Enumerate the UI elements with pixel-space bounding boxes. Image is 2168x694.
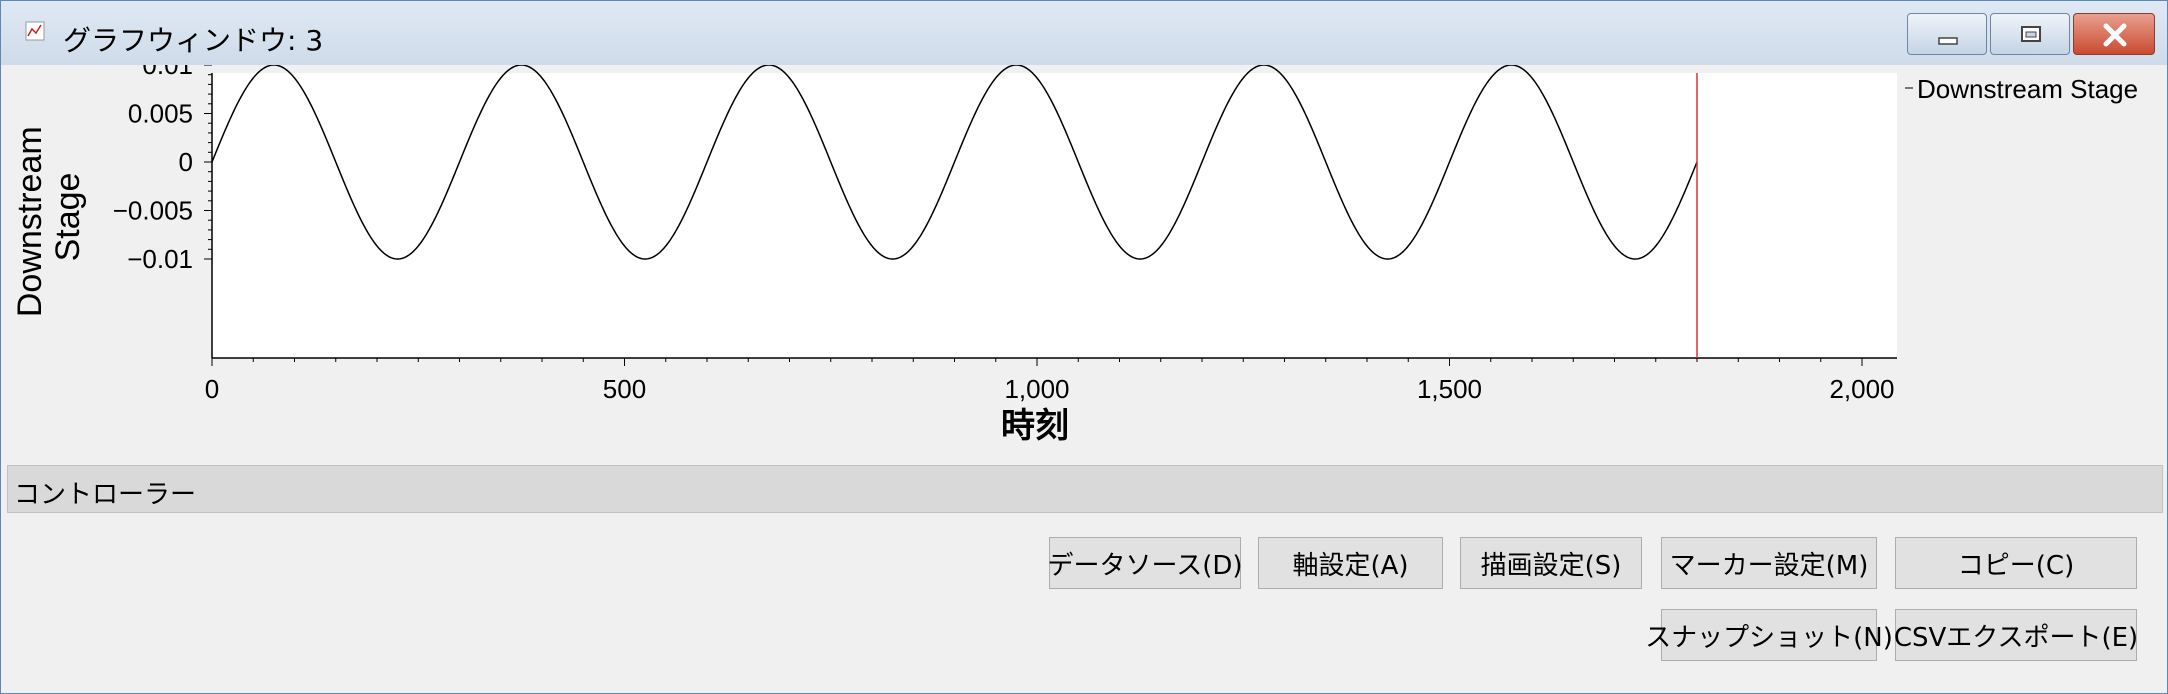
snapshot-button[interactable]: スナップショット(N) — [1645, 609, 1893, 661]
y-axis-label: Downstream Stage — [11, 117, 87, 317]
x-tick-label: 500 — [603, 374, 646, 404]
maximize-icon — [2021, 26, 2041, 42]
graph-area: 0.01 0.005 0 −0.005 −0.01 0 500 1,000 1,500 2,00… — [7, 65, 2163, 462]
controller-title: コントローラー — [14, 480, 197, 510]
legend: Downstream Stage — [1905, 74, 2138, 104]
graph-window: グラフウィンドウ: 3 0.01 0.005 0 −0.005 −0.01 0 500 1,… — [0, 0, 2168, 694]
csv-export-button[interactable]: CSVエクスポート(E) — [1894, 609, 2138, 661]
copy-button[interactable]: コピー(C) — [1895, 537, 2137, 589]
minimize-button[interactable] — [1907, 13, 1987, 55]
x-tick-label: 1,500 — [1417, 374, 1482, 404]
draw-settings-button[interactable]: 描画設定(S) — [1460, 537, 1642, 589]
y-tick-label: 0.005 — [128, 99, 193, 129]
line-chart[interactable]: 0.01 0.005 0 −0.005 −0.01 0 500 1,000 1,500 2,00… — [7, 65, 2163, 462]
y-tick-label: 0 — [179, 147, 193, 177]
window-title: グラフウィンドウ: 3 — [63, 24, 324, 57]
close-button[interactable] — [2073, 13, 2155, 55]
y-tick-label: −0.01 — [127, 244, 193, 274]
marker-settings-button[interactable]: マーカー設定(M) — [1661, 537, 1877, 589]
close-icon — [2103, 23, 2127, 47]
y-tick-label: −0.005 — [113, 196, 193, 226]
x-tick-label: 2,000 — [1829, 374, 1894, 404]
controller-header[interactable]: コントローラー — [7, 465, 2163, 513]
axis-settings-button[interactable]: 軸設定(A) — [1258, 537, 1443, 589]
plot-background — [212, 73, 1897, 358]
x-tick-label: 1,000 — [1004, 374, 1069, 404]
y-tick-label: 0.01 — [142, 65, 193, 80]
x-axis-label: 時刻 — [1001, 406, 1069, 446]
data-source-button[interactable]: データソース(D) — [1048, 537, 1243, 589]
x-tick-label: 0 — [205, 374, 219, 404]
legend-label: Downstream Stage — [1917, 74, 2138, 104]
title-bar[interactable]: グラフウィンドウ: 3 — [1, 1, 2167, 65]
app-icon — [25, 21, 45, 41]
minimize-icon — [1938, 37, 1958, 45]
maximize-button[interactable] — [1990, 13, 2070, 55]
